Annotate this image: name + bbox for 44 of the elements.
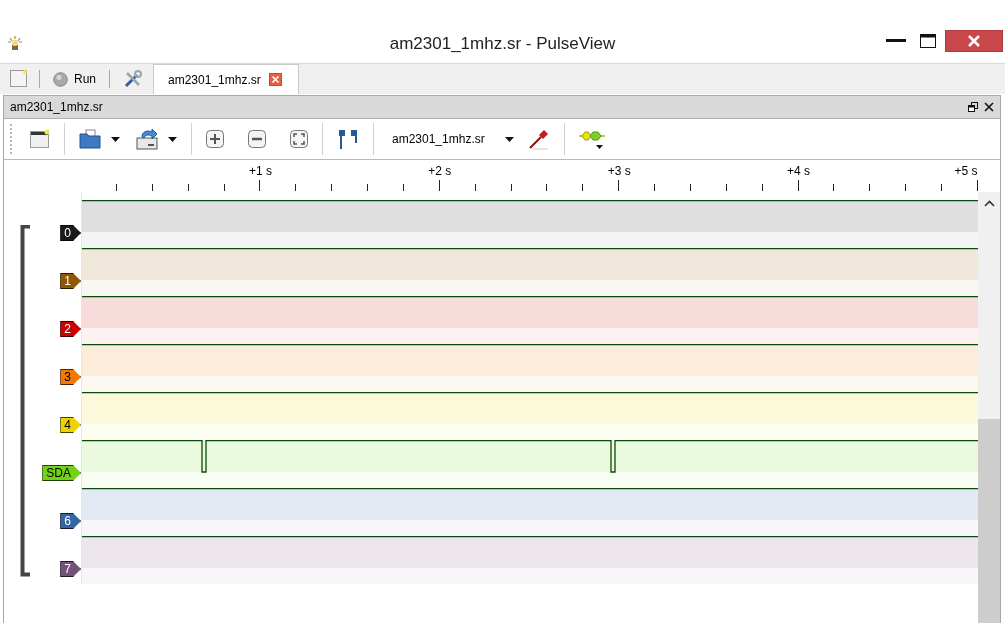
caret-icon[interactable]: [168, 136, 177, 142]
zoom-fit-icon: [290, 130, 308, 148]
time-label: +3 s: [607, 164, 631, 178]
circle-icon: [53, 71, 68, 87]
float-icon[interactable]: [968, 102, 978, 112]
flags-icon: [337, 129, 359, 149]
dock-title: am2301_1mhz.sr: [10, 100, 104, 114]
close-button[interactable]: [945, 30, 1003, 52]
channel-label[interactable]: 1: [60, 273, 81, 289]
probe-icon: [527, 128, 550, 150]
document-icon: [10, 70, 28, 88]
close-icon[interactable]: [984, 102, 994, 112]
zoom-out-icon: [248, 130, 266, 148]
device-dropdown[interactable]: am2301_1mhz.sr: [384, 132, 518, 146]
channel-label[interactable]: 2: [60, 321, 81, 337]
time-label: +5 s: [954, 164, 978, 178]
time-label: +1 s: [248, 164, 272, 178]
folder-icon: [79, 129, 101, 149]
caret-icon[interactable]: [111, 136, 120, 142]
channel-label[interactable]: 4: [60, 417, 81, 433]
close-icon: [967, 35, 981, 47]
decoder-icon: [578, 128, 605, 150]
scroll-thumb[interactable]: [978, 419, 1000, 623]
window-title: am2301_1mhz.sr - PulseView: [389, 34, 616, 53]
tab-close-icon[interactable]: [268, 73, 282, 86]
run-button[interactable]: Run: [49, 64, 100, 94]
channel-label[interactable]: 0: [60, 225, 81, 241]
zoom-in-icon: [206, 130, 224, 148]
caret-icon[interactable]: [504, 136, 514, 142]
minimize-icon[interactable]: [886, 38, 906, 42]
maximize-icon[interactable]: [920, 34, 936, 48]
time-label: +4 s: [787, 164, 811, 178]
channel-label[interactable]: 6: [60, 513, 81, 529]
channel-label[interactable]: 7: [60, 561, 81, 577]
scrollbar[interactable]: [978, 192, 1000, 623]
window-icon: [30, 129, 50, 149]
file-tab[interactable]: am2301_1mhz.sr: [153, 64, 299, 94]
time-label: +2 s: [428, 164, 452, 178]
group-bracket[interactable]: [20, 225, 32, 577]
lamp-icon[interactable]: [8, 36, 22, 52]
save-icon: [136, 128, 158, 150]
tools-icon: [123, 69, 143, 89]
channel-label[interactable]: 3: [60, 369, 81, 385]
channel-label[interactable]: SDA: [42, 465, 81, 481]
